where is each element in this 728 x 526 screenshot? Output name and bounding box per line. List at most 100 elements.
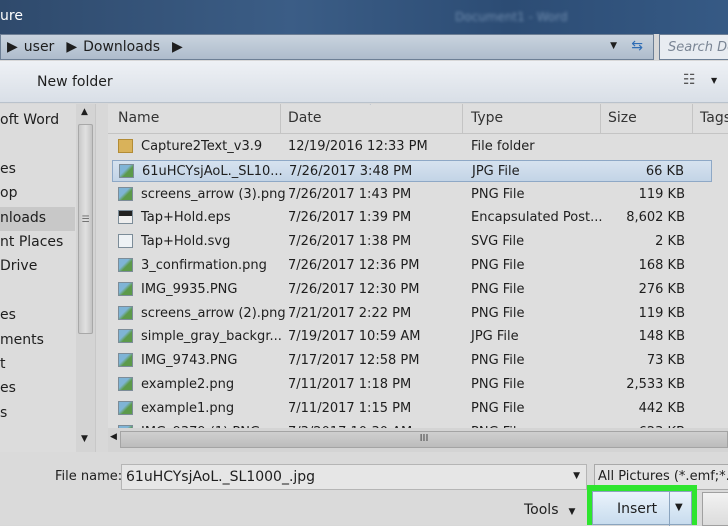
divider bbox=[462, 104, 463, 134]
sidebar-item[interactable] bbox=[0, 133, 75, 157]
column-size[interactable]: Size bbox=[608, 110, 637, 126]
file-name-input[interactable]: 61uHCYsjAoL._SL1000_.jpg ▼ bbox=[121, 464, 587, 490]
image-file-icon bbox=[118, 305, 133, 320]
view-options-icon[interactable]: ☷ bbox=[683, 72, 696, 88]
sidebar-item[interactable] bbox=[0, 280, 75, 304]
insert-dropdown-icon[interactable]: ▼ bbox=[675, 502, 683, 513]
horizontal-scrollbar[interactable]: ◀ III bbox=[108, 428, 728, 452]
divider bbox=[280, 104, 281, 134]
svg-file-icon bbox=[118, 234, 133, 249]
file-type: File folder bbox=[471, 139, 535, 154]
sidebar-item[interactable]: t bbox=[0, 353, 75, 377]
file-list: Name Date ▾ Type Size Tags Capture2Text_… bbox=[108, 104, 728, 428]
file-size: 119 KB bbox=[638, 305, 685, 321]
scroll-left-icon[interactable]: ◀ bbox=[110, 432, 117, 442]
file-date: 7/11/2017 1:15 PM bbox=[288, 400, 412, 416]
tools-label: Tools bbox=[524, 502, 559, 518]
address-bar[interactable]: ▶ user ▶ Downloads ▶ ▼ ⇆ bbox=[0, 34, 654, 60]
search-input[interactable]: Search Downloads bbox=[659, 34, 728, 60]
sidebar-item[interactable]: op bbox=[0, 182, 75, 206]
file-size: 66 KB bbox=[645, 163, 684, 179]
breadcrumb-user[interactable]: user bbox=[24, 39, 55, 55]
file-row[interactable]: example1.png 7/11/2017 1:15 PM PNG File … bbox=[112, 398, 712, 420]
file-type: PNG File bbox=[471, 258, 525, 273]
file-name: simple_gray_backgr... bbox=[141, 329, 282, 345]
sidebar-item[interactable]: es bbox=[0, 377, 75, 401]
file-type: PNG File bbox=[471, 186, 525, 202]
sidebar-scrollbar[interactable]: ▲ ☰ ▼ bbox=[76, 104, 95, 452]
column-name[interactable]: Name bbox=[118, 110, 159, 126]
file-size: 442 KB bbox=[638, 400, 685, 416]
scroll-down-icon[interactable]: ▼ bbox=[81, 434, 88, 444]
folder-file-icon bbox=[118, 139, 133, 153]
sidebar-item[interactable]: es bbox=[0, 304, 75, 328]
file-type: PNG File bbox=[471, 400, 525, 416]
file-type: JPG File bbox=[472, 163, 520, 179]
file-row[interactable]: screens_arrow (2).png 7/21/2017 2:22 PM … bbox=[112, 303, 712, 325]
chevron-right-icon[interactable]: ▶ bbox=[172, 39, 183, 55]
scrollbar-thumb[interactable]: ☰ bbox=[78, 124, 93, 334]
chevron-down-icon[interactable]: ▼ bbox=[573, 471, 580, 481]
file-row[interactable]: screens_arrow (3).png 7/26/2017 1:43 PM … bbox=[112, 184, 712, 206]
file-name: screens_arrow (2).png bbox=[141, 305, 286, 321]
cancel-button[interactable] bbox=[702, 492, 728, 526]
file-row[interactable]: Capture2Text_v3.9 12/19/2016 12:33 PM Fi… bbox=[112, 136, 712, 158]
column-tags[interactable]: Tags bbox=[700, 110, 728, 126]
file-row[interactable]: Tap+Hold.eps 7/26/2017 1:39 PM Encapsula… bbox=[112, 207, 712, 229]
insert-button[interactable]: Insert ▼ bbox=[592, 491, 692, 526]
new-folder-button[interactable]: New folder bbox=[37, 74, 113, 90]
background-window-title: Document1 - Word bbox=[455, 10, 568, 24]
file-row[interactable]: example2.png 7/11/2017 1:18 PM PNG File … bbox=[112, 374, 712, 396]
file-size: 119 KB bbox=[638, 186, 685, 202]
sidebar-item[interactable]: es bbox=[0, 158, 75, 182]
file-date: 7/26/2017 3:48 PM bbox=[289, 163, 413, 179]
image-file-icon bbox=[118, 400, 133, 415]
insert-label: Insert bbox=[617, 501, 658, 517]
file-row[interactable]: IMG_9743.PNG 7/17/2017 12:58 PM PNG File… bbox=[112, 350, 712, 372]
image-file-icon bbox=[118, 258, 133, 272]
file-row[interactable]: 61uHCYsjAoL._SL10... 7/26/2017 3:48 PM J… bbox=[112, 159, 712, 182]
file-name: screens_arrow (3).png bbox=[141, 186, 286, 202]
toolbar: New folder ☷ ▼ bbox=[0, 61, 728, 103]
file-row[interactable]: simple_gray_backgr... 7/19/2017 10:59 AM… bbox=[112, 326, 712, 348]
tools-button[interactable]: Tools ▼ bbox=[524, 502, 575, 518]
file-date: 7/26/2017 12:30 PM bbox=[288, 281, 420, 297]
file-size: 168 KB bbox=[638, 258, 685, 273]
file-row[interactable]: IMG_9935.PNG 7/26/2017 12:30 PM PNG File… bbox=[112, 279, 712, 301]
chevron-down-icon[interactable]: ▼ bbox=[711, 76, 717, 85]
dialog-footer: File name: 61uHCYsjAoL._SL1000_.jpg ▼ Al… bbox=[0, 452, 728, 526]
sidebar-item[interactable]: Drive bbox=[0, 255, 75, 279]
file-type: Encapsulated Post... bbox=[471, 210, 603, 226]
file-date: 7/17/2017 12:58 PM bbox=[288, 353, 420, 369]
file-name-label: File name: bbox=[55, 469, 123, 484]
breadcrumb-downloads[interactable]: Downloads bbox=[83, 39, 160, 55]
column-date[interactable]: Date bbox=[288, 110, 321, 126]
chevron-right-icon: ▶ bbox=[7, 39, 18, 55]
column-type[interactable]: Type bbox=[471, 110, 503, 126]
address-dropdown-icon[interactable]: ▼ bbox=[610, 41, 617, 51]
sort-arrow-icon: ▾ bbox=[368, 104, 373, 108]
sidebar-item[interactable]: ments bbox=[0, 329, 75, 353]
sidebar-item[interactable]: nloads bbox=[0, 206, 75, 231]
chevron-down-icon: ▼ bbox=[568, 507, 576, 517]
file-type: SVG File bbox=[471, 234, 525, 250]
refresh-icon[interactable]: ⇆ bbox=[631, 38, 643, 54]
image-file-icon bbox=[119, 163, 134, 178]
scrollbar-thumb[interactable]: III bbox=[120, 431, 728, 448]
sidebar-item[interactable]: s bbox=[0, 402, 75, 426]
file-name: Tap+Hold.eps bbox=[141, 210, 231, 226]
file-type: PNG File bbox=[471, 305, 525, 321]
file-name: Tap+Hold.svg bbox=[141, 234, 231, 250]
sidebar-item[interactable]: nt Places bbox=[0, 231, 75, 255]
file-date: 7/21/2017 2:22 PM bbox=[288, 305, 412, 321]
insert-highlight: Insert ▼ bbox=[587, 485, 697, 526]
file-date: 7/26/2017 12:36 PM bbox=[288, 258, 420, 273]
file-row[interactable]: 3_confirmation.png 7/26/2017 12:36 PM PN… bbox=[112, 255, 712, 277]
column-headers: Name Date ▾ Type Size Tags bbox=[108, 104, 728, 134]
image-file-icon bbox=[118, 281, 133, 296]
file-row[interactable]: Tap+Hold.svg 7/26/2017 1:38 PM SVG File … bbox=[112, 231, 712, 253]
scroll-up-icon[interactable]: ▲ bbox=[81, 107, 88, 117]
sidebar-item[interactable]: oft Word bbox=[0, 109, 75, 133]
divider bbox=[692, 104, 693, 134]
file-name: 61uHCYsjAoL._SL10... bbox=[142, 163, 283, 179]
